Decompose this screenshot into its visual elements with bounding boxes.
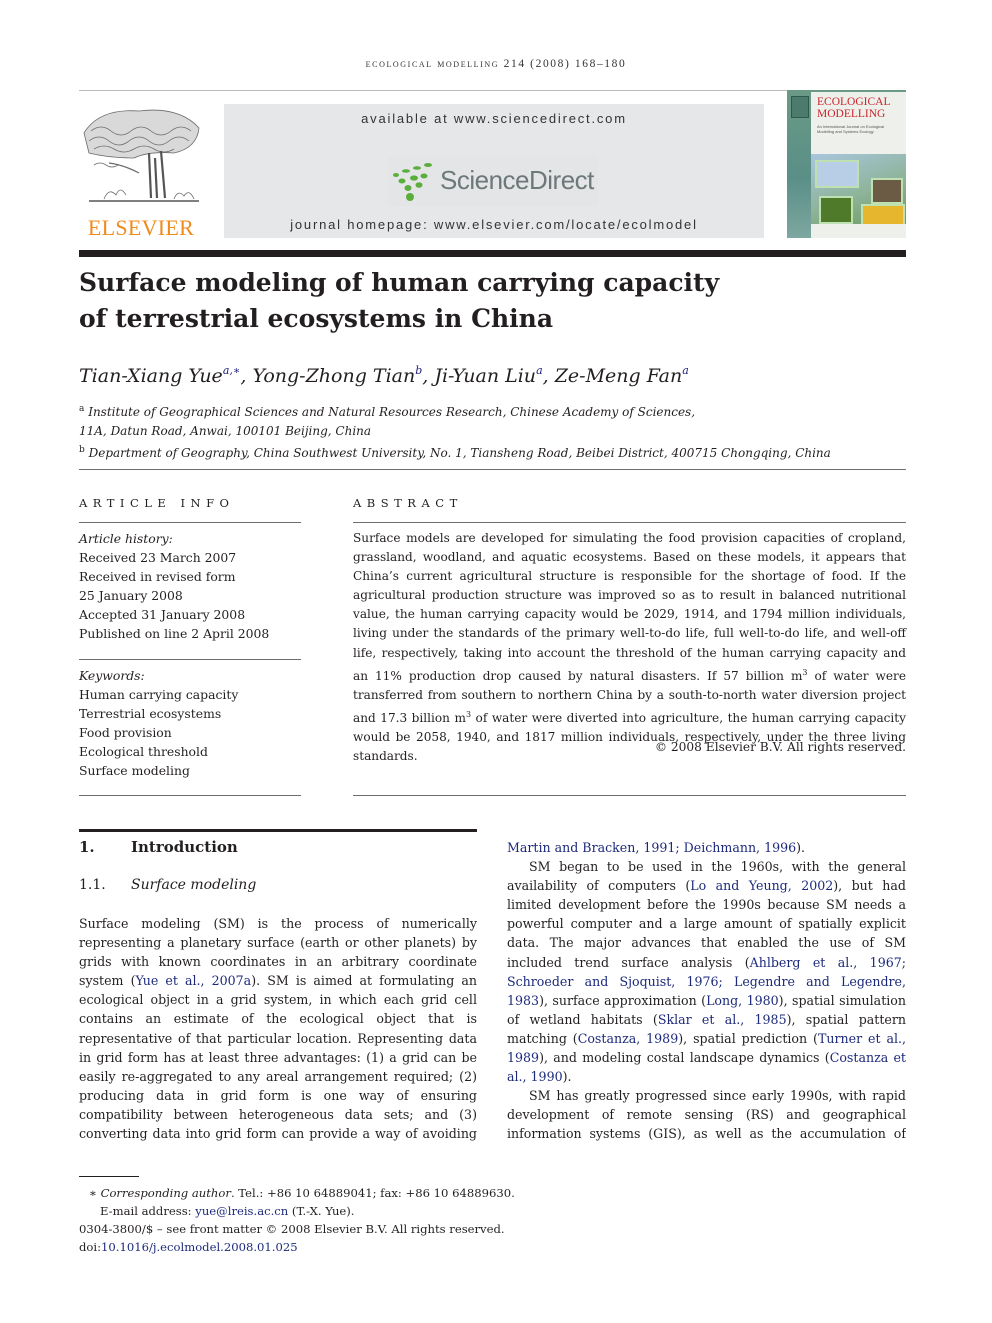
abstract-rule bbox=[353, 522, 906, 523]
author-affiliation-mark[interactable]: b bbox=[415, 364, 422, 377]
paragraph: SM has greatly progressed since early 19… bbox=[507, 1088, 906, 1142]
email-footnote: E-mail address: yue@lreis.ac.cn (T.-X. Y… bbox=[100, 1204, 355, 1218]
article-info-rule bbox=[79, 522, 301, 523]
citation-link[interactable]: Long, 1980 bbox=[706, 993, 779, 1008]
author-name: Ze-Meng Fan bbox=[554, 365, 683, 387]
affiliation-a-address: 11A, Datun Road, Anwai, 100101 Beijing, … bbox=[79, 424, 372, 438]
author-name: Tian-Xiang Yue bbox=[79, 365, 223, 387]
history-item: Received in revised form bbox=[79, 569, 236, 584]
citation-link[interactable]: Sklar et al., 1985 bbox=[658, 1012, 787, 1027]
elsevier-tree-icon bbox=[83, 109, 200, 202]
paragraph: Surface modeling (SM) is the process of … bbox=[79, 916, 477, 1142]
cover-photo bbox=[819, 196, 853, 224]
elsevier-wordmark: ELSEVIER bbox=[87, 215, 195, 240]
corresponding-author-footnote: ∗ Corresponding author. Tel.: +86 10 648… bbox=[89, 1186, 515, 1200]
abstract-text: Surface models are developed for simulat… bbox=[353, 531, 906, 764]
running-head: ecological modelling 214 (2008) 168–180 bbox=[365, 58, 627, 70]
email-link[interactable]: yue@lreis.ac.cn bbox=[195, 1204, 288, 1218]
keyword-item: Ecological threshold bbox=[79, 744, 208, 759]
history-item: Received 23 March 2007 bbox=[79, 550, 237, 565]
section-1-heading: Introduction bbox=[131, 838, 238, 856]
author-name: Yong-Zhong Tian bbox=[252, 365, 416, 387]
footnote-rule bbox=[79, 1176, 139, 1177]
affiliations: a Institute of Geographical Sciences and… bbox=[79, 400, 831, 463]
abstract-copyright: © 2008 Elsevier B.V. All rights reserved… bbox=[654, 740, 906, 754]
elsevier-logo: ELSEVIER bbox=[79, 103, 203, 241]
keyword-item: Human carrying capacity bbox=[79, 687, 239, 702]
history-item: Accepted 31 January 2008 bbox=[79, 607, 246, 622]
author-name: Ji-Yuan Liu bbox=[434, 365, 537, 387]
keywords-label: Keywords: bbox=[79, 668, 145, 683]
citation-link[interactable]: Lo and Yeung, 2002 bbox=[690, 878, 833, 893]
cover-title: ECOLOGICAL MODELLING bbox=[817, 96, 891, 120]
keyword-item: Food provision bbox=[79, 725, 172, 740]
available-at-link[interactable]: available at www.sciencedirect.com bbox=[224, 111, 764, 126]
header-top-rule bbox=[79, 90, 906, 91]
author-affiliation-mark[interactable]: a bbox=[536, 364, 543, 377]
section-1-number: 1. bbox=[79, 838, 95, 856]
cover-photo bbox=[871, 178, 903, 204]
keyword-item: Terrestrial ecosystems bbox=[79, 706, 222, 721]
paragraph: SM began to be used in the 1960s, with t… bbox=[507, 859, 906, 1085]
history-item: 25 January 2008 bbox=[79, 588, 183, 603]
section-1-1-number: 1.1. bbox=[79, 877, 106, 893]
section-rule bbox=[79, 829, 477, 832]
doi-line: doi:10.1016/j.ecolmodel.2008.01.025 bbox=[79, 1240, 298, 1254]
article-info-heading: ARTICLE INFO bbox=[79, 496, 235, 510]
keyword-item: Surface modeling bbox=[79, 763, 190, 778]
author-list: Tian-Xiang Yuea,∗, Yong-Zhong Tianb, Ji-… bbox=[79, 364, 689, 387]
body-column-right: Martin and Bracken, 1991; Deichmann, 199… bbox=[507, 838, 906, 1144]
abstract-bottom-rule bbox=[353, 795, 906, 796]
affiliation-divider bbox=[79, 469, 906, 470]
paragraph-continued: Martin and Bracken, 1991; Deichmann, 199… bbox=[507, 840, 806, 855]
cover-image bbox=[811, 154, 906, 228]
article-history: Article history: Received 23 March 2007 … bbox=[79, 529, 269, 643]
affiliation-b: b Department of Geography, China Southwe… bbox=[79, 445, 831, 460]
cover-elsevier-mark bbox=[791, 96, 809, 118]
article-info-bottom-rule bbox=[79, 795, 301, 796]
section-1-1-heading: Surface modeling bbox=[131, 877, 257, 893]
citation-link[interactable]: Martin and Bracken, 1991; Deichmann, 199… bbox=[507, 840, 796, 855]
sciencedirect-dots-icon bbox=[393, 163, 432, 201]
abstract-heading: ABSTRACT bbox=[353, 496, 463, 510]
keywords: Keywords: Human carrying capacity Terres… bbox=[79, 666, 238, 780]
body-column-left: Surface modeling (SM) is the process of … bbox=[79, 914, 477, 1144]
journal-cover-thumbnail[interactable]: ECOLOGICAL MODELLING An International Jo… bbox=[787, 90, 906, 238]
author-affiliation-mark[interactable]: a,∗ bbox=[223, 364, 241, 377]
author-affiliation-mark[interactable]: a bbox=[682, 364, 689, 377]
journal-homepage-link[interactable]: journal homepage: www.elsevier.com/locat… bbox=[224, 217, 764, 232]
article-history-label: Article history: bbox=[79, 531, 173, 546]
front-matter-notice: 0304-3800/$ – see front matter © 2008 El… bbox=[79, 1222, 505, 1236]
keywords-rule bbox=[79, 659, 301, 660]
sciencedirect-wordmark: ScienceDirect bbox=[440, 165, 594, 195]
header-thick-rule bbox=[79, 250, 906, 257]
cover-photo bbox=[815, 160, 859, 188]
affiliation-a: a Institute of Geographical Sciences and… bbox=[79, 404, 696, 419]
cover-subtitle: An International Journal on Ecological M… bbox=[817, 124, 885, 134]
doi-link[interactable]: 10.1016/j.ecolmodel.2008.01.025 bbox=[101, 1240, 298, 1254]
sciencedirect-logo[interactable]: ScienceDirect bbox=[388, 156, 598, 206]
article-title: Surface modeling of human carrying capac… bbox=[79, 268, 720, 333]
history-item: Published on line 2 April 2008 bbox=[79, 626, 270, 641]
sciencedirect-banner: available at www.sciencedirect.com Scien… bbox=[224, 104, 764, 238]
citation-link[interactable]: Costanza, 1989 bbox=[578, 1031, 679, 1046]
citation-link[interactable]: Yue et al., 2007a bbox=[136, 973, 252, 988]
